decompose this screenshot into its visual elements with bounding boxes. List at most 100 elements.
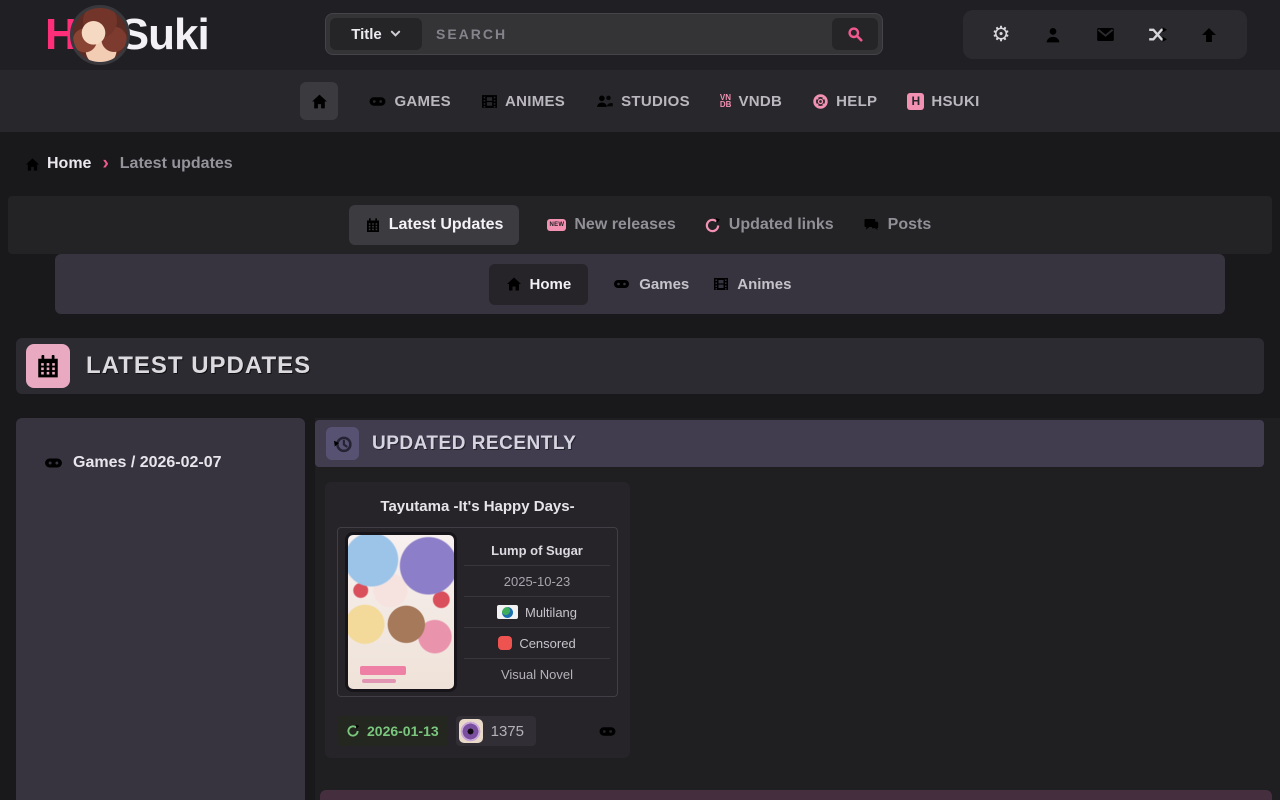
tab-latest-updates[interactable]: Latest Updates [349,205,520,245]
nav-label: STUDIOS [621,93,690,110]
sidebar-group-label: Games / 2026-02-07 [73,454,222,472]
gamepad-icon [597,723,618,740]
mail-icon[interactable] [1092,25,1118,44]
game-card: Tayutama -It's Happy Days- Lump of Sugar… [325,482,630,758]
censored-badge-icon [498,636,512,650]
panel-title: UPDATED RECENTLY [372,433,576,455]
breadcrumb: Home › Latest updates [25,150,233,178]
subtab-home[interactable]: Home [489,264,589,305]
tab-posts[interactable]: Posts [862,216,932,234]
calendar-icon [365,217,381,233]
nav-item-help[interactable]: HELP [812,93,877,110]
search-category-select[interactable]: Title [330,18,422,50]
gamepad-icon [612,276,631,292]
search-button[interactable] [832,18,878,50]
tab-updated-links[interactable]: Updated links [704,216,834,234]
game-card-footer: 2026-01-13 1375 [337,716,618,746]
tab-label: Latest Updates [389,216,504,234]
subtab-label: Home [530,276,572,293]
nav-label: ANIMES [505,93,565,110]
release-date: 2025-10-23 [464,565,610,596]
new-badge-icon: NEW [547,219,566,231]
last-update-badge: 2026-01-13 [337,716,448,746]
logo-text-suki: Suki [120,10,209,60]
search-bar: Title [325,13,883,55]
main-navigation: GAMES ANIMES STUDIOS VNDB VNDB HELP H HS… [0,70,1280,132]
last-update-date: 2026-01-13 [367,723,439,739]
gear-icon[interactable]: ⚙ [988,24,1014,45]
subtab-games[interactable]: Games [612,276,689,293]
nav-label: VNDB [738,93,782,110]
nav-item-animes[interactable]: ANIMES [481,93,565,110]
nav-item-hsuki[interactable]: H HSUKI [907,93,979,110]
home-icon [25,157,40,172]
nav-label: GAMES [394,93,451,110]
refresh-icon [346,724,360,738]
logo-avatar-icon [70,5,130,65]
history-icon [326,427,359,460]
breadcrumb-home-label: Home [47,155,91,173]
calendar-icon [26,344,70,388]
game-cover-image[interactable] [345,532,457,692]
chevron-down-icon [390,30,401,38]
sidebar-panel: Games / 2026-02-07 [16,418,305,800]
gamepad-icon [43,454,64,472]
h-square-icon: H [907,93,924,110]
next-section-header-partial [320,790,1272,800]
home-icon [506,276,522,292]
home-icon [311,93,328,110]
game-info-list: Lump of Sugar 2025-10-23 Multilang Censo… [464,535,610,689]
cover-subtitle-art [362,679,396,683]
chevron-right-icon: › [102,154,108,173]
nav-item-games[interactable]: GAMES [368,93,451,110]
vndb-icon: VNDB [720,94,732,108]
censorship-label: Censored [519,636,575,651]
site-logo[interactable]: H Suki [45,7,209,63]
nav-label: HSUKI [931,93,979,110]
studio-link[interactable]: Lump of Sugar [464,535,610,565]
search-category-value: Title [351,26,382,43]
nav-label: HELP [836,93,877,110]
top-header: H Suki Title ⚙ [0,0,1280,70]
views-count: 1375 [491,723,524,740]
film-icon [481,93,498,110]
refresh-icon [704,217,721,234]
cover-title-art [360,666,406,675]
search-input[interactable] [422,18,832,50]
tab-new-releases[interactable]: NEW New releases [547,216,675,234]
game-card-body: Lump of Sugar 2025-10-23 Multilang Censo… [337,527,618,697]
uploader-avatar [459,719,483,743]
main-content: UPDATED RECENTLY Tayutama -It's Happy Da… [315,418,1280,800]
updates-tab-bar: Latest Updates NEW New releases Updated … [8,196,1272,254]
sidebar-group-heading[interactable]: Games / 2026-02-07 [16,418,305,472]
nav-home-button[interactable] [300,82,338,120]
user-icon[interactable] [1040,26,1066,44]
content-filter-bar: Home Games Animes [55,254,1225,314]
nav-item-vndb[interactable]: VNDB VNDB [720,93,782,110]
subtab-label: Games [639,276,689,293]
tab-label: Posts [888,216,932,234]
subtab-label: Animes [737,276,791,293]
language-label: Multilang [525,605,577,620]
film-icon [713,276,729,292]
nav-item-studios[interactable]: STUDIOS [595,93,690,110]
section-heading: LATEST UPDATES [16,338,1264,394]
globe-flag-icon [497,605,518,619]
language-row: Multilang [464,596,610,627]
arrow-up-icon[interactable] [1196,26,1222,44]
updated-recently-header: UPDATED RECENTLY [315,420,1264,467]
censorship-row: Censored [464,627,610,658]
users-icon [595,93,614,110]
views-badge[interactable]: 1375 [456,716,536,746]
shuffle-icon[interactable] [1144,25,1170,44]
game-title-link[interactable]: Tayutama -It's Happy Days- [325,482,630,515]
life-ring-icon [812,93,829,110]
subtab-animes[interactable]: Animes [713,276,791,293]
tab-label: New releases [574,216,675,234]
gamepad-icon [368,93,387,110]
breadcrumb-home-link[interactable]: Home [25,155,91,173]
page-title: LATEST UPDATES [86,352,311,380]
tab-label: Updated links [729,216,834,234]
breadcrumb-current: Latest updates [120,155,233,173]
genre-label: Visual Novel [464,658,610,689]
